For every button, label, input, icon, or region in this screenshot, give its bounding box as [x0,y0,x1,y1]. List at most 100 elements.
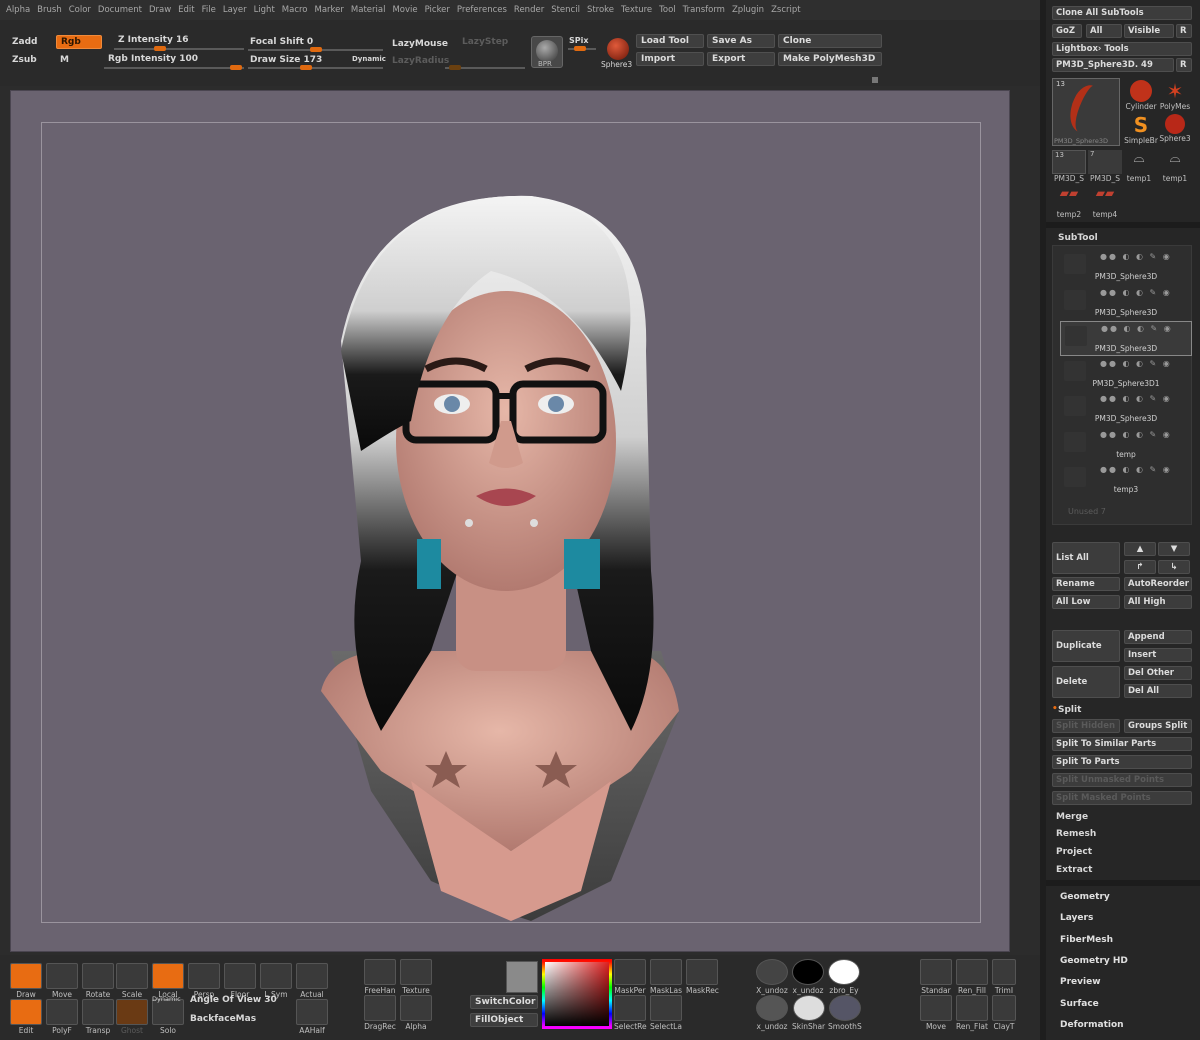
subtool-toggles[interactable]: ●● ◐ ◐ ✎ ◉ [1101,324,1173,333]
extract-section[interactable]: Extract [1056,865,1092,875]
tool-thumb-simplebrush[interactable]: S SimpleBr [1124,114,1158,145]
material-x-undo-3[interactable]: x_undoz [756,995,788,1031]
zadd-button[interactable]: Zadd [12,37,37,47]
all-high-button[interactable]: All High [1124,595,1192,609]
subtool-row[interactable]: ●● ◐ ◐ ✎ ◉ temp3 [1060,463,1192,498]
persp-button[interactable]: Persp [188,963,220,999]
subtool-toggles[interactable]: ●● ◐ ◐ ✎ ◉ [1100,252,1172,261]
load-tool-button[interactable]: Load Tool [636,34,704,48]
menu-item-render[interactable]: Render [514,5,544,15]
lazymouse-button[interactable]: LazyMouse [392,39,448,49]
toolbar-handle[interactable] [872,77,878,83]
dynamic-toggle[interactable]: Dynamic [352,55,386,63]
subtool-row[interactable]: ●● ◐ ◐ ✎ ◉ temp [1060,428,1192,463]
move-button[interactable]: Move [46,963,78,999]
switchcolor-button[interactable]: SwitchColor [470,995,538,1009]
menu-item-zplugin[interactable]: Zplugin [732,5,764,15]
menu-item-macro[interactable]: Macro [282,5,308,15]
goz-button[interactable]: GoZ [1052,24,1082,38]
current-tool-slider[interactable]: PM3D_Sphere3D. 49 [1052,58,1174,72]
dragrect-button[interactable]: DragRec [364,995,396,1031]
brush-trim[interactable]: TrimI [992,959,1016,995]
section-fibermesh[interactable]: FiberMesh [1060,935,1113,945]
current-tool-r-button[interactable]: R [1176,58,1192,72]
spix-slider[interactable]: SPix [569,36,589,45]
menu-item-texture[interactable]: Texture [621,5,652,15]
menu-item-picker[interactable]: Picker [425,5,450,15]
merge-section[interactable]: Merge [1056,812,1088,822]
move-corner-button[interactable]: ↳ [1158,560,1190,574]
menu-item-layer[interactable]: Layer [223,5,247,15]
subtool-toggles[interactable]: ●● ◐ ◐ ✎ ◉ [1100,465,1172,474]
clone-button[interactable]: Clone [778,34,882,48]
all-low-button[interactable]: All Low [1052,595,1120,609]
lightbox-tools-button[interactable]: Lightbox› Tools [1052,42,1192,56]
maskrec-button[interactable]: MaskRec [686,959,719,995]
subtool-toggles[interactable]: ●● ◐ ◐ ✎ ◉ [1100,288,1172,297]
duplicate-button[interactable]: Duplicate [1052,630,1120,662]
alpha-button[interactable]: Alpha [400,995,432,1031]
rgb-intensity-slider[interactable]: Rgb Intensity 100 [108,54,198,64]
menu-item-movie[interactable]: Movie [392,5,417,15]
subtool-toggles[interactable]: ●● ◐ ◐ ✎ ◉ [1100,430,1172,439]
transp-button[interactable]: Transp [82,999,114,1035]
del-other-button[interactable]: Del Other [1124,666,1192,680]
canvas-viewport[interactable] [10,90,1010,952]
goz-r-button[interactable]: R [1176,24,1192,38]
menu-item-document[interactable]: Document [98,5,142,15]
goz-visible-button[interactable]: Visible [1124,24,1174,38]
selectla-button[interactable]: SelectLa [650,995,682,1031]
rotate-button[interactable]: Rotate [82,963,114,999]
brush-clay[interactable]: ClayT [992,995,1016,1031]
subtool-row[interactable]: ●● ◐ ◐ ✎ ◉ PM3D_Sphere3D [1060,286,1192,321]
split-masked-points-button[interactable]: Split Masked Points [1052,791,1192,805]
local-button[interactable]: Local [152,963,184,999]
tool-thumb-sphere3d[interactable]: Sphere3 [1158,114,1192,143]
menu-item-preferences[interactable]: Preferences [457,5,507,15]
polyf-button[interactable]: PolyF [46,999,78,1035]
import-button[interactable]: Import [636,52,704,66]
ghost-button[interactable]: Ghost [116,999,148,1035]
rename-button[interactable]: Rename [1052,577,1120,591]
tool-thumb-cylinder[interactable]: Cylinder [1124,80,1158,111]
menu-item-color[interactable]: Color [69,5,91,15]
groups-split-button[interactable]: Groups Split [1124,719,1192,733]
menu-item-edit[interactable]: Edit [178,5,194,15]
menu-item-zscript[interactable]: Zscript [771,5,801,15]
menu-item-draw[interactable]: Draw [149,5,171,15]
menu-item-transform[interactable]: Transform [683,5,725,15]
split-to-parts-button[interactable]: Split To Parts [1052,755,1192,769]
move-down-button[interactable]: ▼ [1158,542,1190,556]
autoreorder-button[interactable]: AutoReorder [1124,577,1192,591]
focal-shift-slider[interactable]: Focal Shift 0 [250,37,313,47]
rgb-button[interactable]: Rgb [56,35,102,49]
draw-size-track[interactable] [248,65,383,70]
floor-button[interactable]: Floor [224,963,256,999]
rgb-intensity-track[interactable] [104,65,244,70]
current-tool-sphere-icon[interactable] [607,38,629,60]
main-color-swatch[interactable] [506,961,538,993]
remesh-section[interactable]: Remesh [1056,829,1096,839]
subtool-toggles[interactable]: ●● ◐ ◐ ✎ ◉ [1100,394,1172,403]
split-unmasked-points-button[interactable]: Split Unmasked Points [1052,773,1192,787]
brush-move[interactable]: Move [920,995,952,1031]
tool-thumb-temp1-b[interactable]: ⌓ temp1 [1158,150,1192,183]
save-as-button[interactable]: Save As [707,34,775,48]
lazyradius-track[interactable] [445,65,525,70]
tool-thumb-pm3d-b[interactable]: 7 PM3D_S [1088,150,1122,183]
menu-item-tool[interactable]: Tool [659,5,676,15]
tool-thumb-temp2[interactable]: ▰▰ temp2 [1052,186,1086,219]
section-preview[interactable]: Preview [1060,977,1101,987]
m-button[interactable]: M [60,55,69,65]
brush-standard[interactable]: Standar [920,959,952,995]
clone-all-subtools-button[interactable]: Clone All SubTools [1052,6,1192,20]
zsub-button[interactable]: Zsub [12,55,37,65]
selectre-button[interactable]: SelectRe [614,995,647,1031]
section-layers[interactable]: Layers [1060,913,1093,923]
masklas-button[interactable]: MaskLas [650,959,682,995]
section-geometry[interactable]: Geometry [1060,892,1110,902]
menu-item-brush[interactable]: Brush [37,5,62,15]
draw-button[interactable]: Draw [10,963,42,999]
brush-ren-fill[interactable]: Ren_Fill [956,959,988,995]
section-geometry-hd[interactable]: Geometry HD [1060,956,1128,966]
